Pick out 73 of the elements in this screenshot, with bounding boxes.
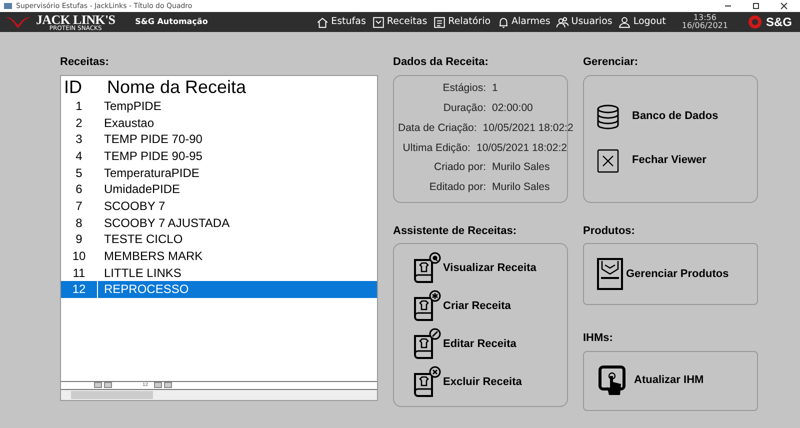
section-title: Receitas: <box>60 55 110 70</box>
logo-text: S&G <box>766 16 792 28</box>
recipe-row[interactable]: 8 SCOOBY 7 AJUSTADA <box>61 214 377 231</box>
book-icon <box>372 16 385 28</box>
nav-button[interactable]: Logout <box>618 14 666 30</box>
field-value: Murilo Sales <box>492 160 550 176</box>
report-icon <box>433 16 446 28</box>
field-label: Estágios: <box>442 81 486 96</box>
users-icon <box>556 16 570 28</box>
previous-page-button[interactable] <box>104 382 112 388</box>
recipe-row[interactable]: 2 Exaustao <box>61 114 377 131</box>
column-header: ID <box>63 78 83 96</box>
next-page-button[interactable] <box>154 382 162 388</box>
field-label: Ultima Edição: <box>402 140 470 156</box>
recipe-action-button[interactable]: Visualizar Receita <box>412 252 567 284</box>
horns-logo-icon <box>4 15 32 29</box>
field-value: 10/05/2021 18:02:2 <box>476 140 567 156</box>
horizontal-scrollbar[interactable] <box>61 390 377 400</box>
field-label: Duração: <box>442 101 486 116</box>
recipe-action-button[interactable]: Excluir Receita <box>412 366 567 398</box>
manage-button[interactable]: Banco de Dados <box>596 104 757 130</box>
field-value: 02:00:00 <box>492 101 533 116</box>
app-icon <box>4 2 12 10</box>
brand-name: JACK LINK'S <box>36 12 116 26</box>
field-value: Murilo Sales <box>492 180 550 195</box>
recipe-book-icon <box>412 366 442 398</box>
recipe-row[interactable]: 12 REPROCESSO <box>61 281 377 298</box>
field-label: Data de Criação: <box>398 120 477 136</box>
house-icon <box>316 16 330 28</box>
section-title: Dados da Receita: <box>393 55 490 70</box>
nav-button[interactable]: Relatório <box>433 14 491 30</box>
nav-button[interactable]: Receitas <box>372 14 428 30</box>
manage-button[interactable]: Fechar Viewer <box>596 148 757 174</box>
nav-button[interactable]: Alarmes <box>496 14 550 30</box>
field-value: 10/05/2021 18:02:2 <box>482 120 574 136</box>
recipe-book-icon <box>412 290 442 322</box>
recipe-row[interactable]: 5 TemperaturaPIDE <box>61 164 377 181</box>
recipe-row[interactable]: 9 TESTE CICLO <box>61 231 377 248</box>
database-icon <box>596 104 620 130</box>
recipe-row[interactable]: 11 LITTLE LINKS <box>61 264 377 282</box>
last-page-button[interactable] <box>164 382 172 388</box>
recipe-book-icon <box>412 252 442 284</box>
field-label: Criado por: <box>433 160 486 176</box>
section-title: IHMs: <box>583 331 614 346</box>
nav-button[interactable]: Usuarios <box>556 14 612 30</box>
clock-date: 16/06/2021 <box>682 22 728 30</box>
recipe-row[interactable]: 6 UmidadePIDE <box>61 180 377 198</box>
touch-screen-icon <box>598 364 626 396</box>
recipe-row[interactable]: 1 TempPIDE <box>61 98 377 114</box>
recipe-action-button[interactable]: Criar Receita <box>412 290 567 322</box>
recipe-row[interactable]: 3 TEMP PIDE 70-90 <box>61 130 377 148</box>
product-package-icon <box>596 257 624 291</box>
recipe-book-icon <box>412 328 442 360</box>
company-name: S&G Automação <box>135 16 208 28</box>
field-value: 1 <box>492 81 498 96</box>
user-icon <box>618 16 632 28</box>
bell-icon <box>496 16 510 28</box>
section-title: Gerenciar: <box>583 55 640 70</box>
section-title: Assistente de Receitas: <box>393 224 518 238</box>
recipe-row[interactable]: 7 SCOOBY 7 <box>61 198 377 214</box>
column-header: Nome da Receita <box>106 78 246 96</box>
nav-button[interactable]: Estufas <box>316 14 366 30</box>
clock-time: 13:56 <box>693 14 716 22</box>
close-icon[interactable] <box>780 2 788 10</box>
first-page-button[interactable] <box>94 382 102 388</box>
recipe-row[interactable]: 10 MEMBERS MARK <box>61 248 377 264</box>
recipe-row[interactable]: 4 TEMP PIDE 90-95 <box>61 148 377 164</box>
circle-logo-icon <box>748 15 762 29</box>
field-label: Editado por: <box>428 180 486 195</box>
close-icon <box>596 148 620 174</box>
section-title: Produtos: <box>583 224 636 238</box>
maximize-icon[interactable] <box>752 2 760 10</box>
recipe-action-button[interactable]: Editar Receita <box>412 328 567 360</box>
